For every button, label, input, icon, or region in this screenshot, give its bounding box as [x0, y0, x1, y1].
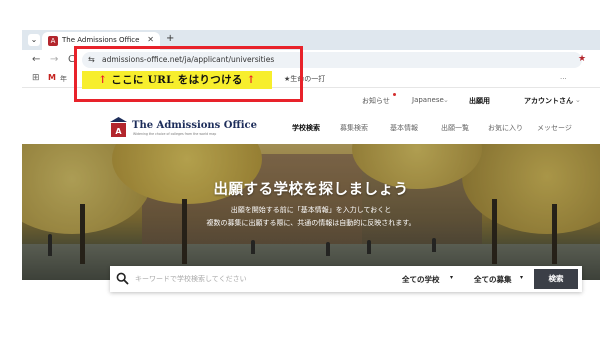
logo-name[interactable]: The Admissions Office: [132, 120, 257, 131]
nav-recruit-search[interactable]: 募集検索: [340, 123, 368, 133]
chevron-down-icon[interactable]: ⌄: [575, 96, 581, 104]
site-header: A The Admissions Office Widening the cho…: [22, 112, 600, 144]
language-select[interactable]: Japanese: [412, 96, 444, 104]
chevron-down-icon[interactable]: ▾: [520, 274, 523, 281]
new-tab-icon[interactable]: +: [166, 33, 174, 44]
tab-search-icon[interactable]: ⌄: [28, 34, 40, 46]
school-search-bar: 全ての学校 ▾ 全ての募集 ▾ 検索: [110, 266, 582, 292]
tab-title: The Admissions Office: [62, 36, 140, 44]
gmail-icon[interactable]: M: [48, 73, 56, 82]
logo-tagline: Widening the choice of colleges from the…: [133, 132, 217, 136]
up-arrow-icon: ↑: [246, 74, 256, 86]
annotation-text: ↑ ここに URL をはりつける ↑: [82, 72, 272, 87]
site-favicon-icon: A: [48, 36, 58, 46]
notification-dot: [393, 93, 396, 96]
annotation-label: ↑ ここに URL をはりつける ↑: [82, 71, 272, 89]
up-arrow-icon: ↑: [98, 74, 108, 86]
school-type-dropdown[interactable]: 全ての学校: [402, 274, 440, 285]
recruit-type-dropdown[interactable]: 全ての募集: [474, 274, 512, 285]
nav-messages[interactable]: メッセージ: [537, 123, 572, 133]
account-menu[interactable]: アカウントさん: [524, 96, 573, 106]
annotation-caption: ここに URL をはりつける: [111, 74, 243, 86]
search-icon[interactable]: [116, 272, 129, 285]
chevron-down-icon[interactable]: ⌄: [443, 96, 449, 104]
close-icon[interactable]: ✕: [147, 35, 154, 44]
notice-link[interactable]: お知らせ: [362, 96, 390, 106]
hero-banner: 出願する学校を探しましょう 出願を開始する前に「基本情報」を入力しておくと 複数…: [22, 144, 600, 280]
nav-school-search[interactable]: 学校検索: [292, 123, 320, 133]
search-button[interactable]: 検索: [534, 269, 578, 289]
nav-favorites[interactable]: お気に入り: [488, 123, 523, 133]
svg-text:A: A: [115, 127, 122, 136]
nav-application-list[interactable]: 出願一覧: [441, 123, 469, 133]
chevron-down-icon[interactable]: ▾: [450, 274, 453, 281]
bookmark-overflow[interactable]: ...: [560, 73, 567, 81]
hero-subtitle: 複数の募集に出願する際に、共通の情報は自動的に反映されます。: [206, 219, 416, 227]
back-arrow-icon[interactable]: ←: [32, 54, 40, 65]
logo-icon[interactable]: A: [110, 117, 127, 137]
bookmark-item[interactable]: 年: [60, 74, 67, 84]
hero-subtitle: 出願を開始する前に「基本情報」を入力しておくと: [230, 206, 392, 214]
search-input[interactable]: [135, 270, 385, 288]
bookmark-star-icon[interactable]: ★: [578, 54, 586, 64]
applicant-link[interactable]: 出願用: [469, 96, 490, 106]
apps-grid-icon[interactable]: ⊞: [32, 73, 40, 83]
nav-basic-info[interactable]: 基本情報: [390, 123, 418, 133]
forward-arrow-icon[interactable]: →: [50, 54, 58, 65]
hero-title: 出願する学校を探しましょう: [213, 182, 409, 198]
